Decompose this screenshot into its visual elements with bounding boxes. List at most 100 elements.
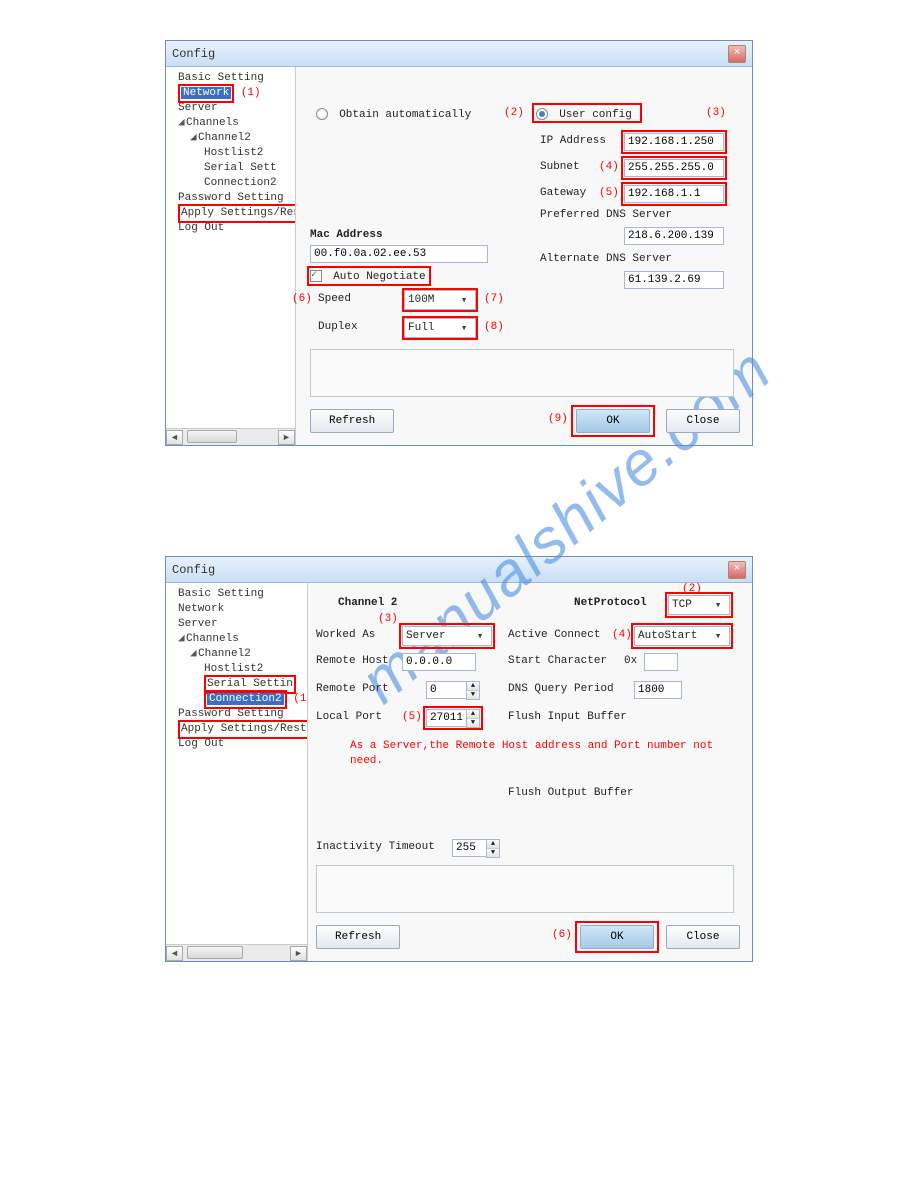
local-port-label: Local Port bbox=[316, 711, 382, 723]
speed-select[interactable]: 100M▾ bbox=[404, 290, 476, 310]
tree-network[interactable]: Network bbox=[168, 602, 305, 617]
scroll-left-icon[interactable]: ◄ bbox=[166, 430, 183, 445]
config-window-1: Config × Basic Setting Network (1) Serve… bbox=[165, 40, 753, 446]
tree-server[interactable]: Server bbox=[168, 617, 305, 632]
close-button[interactable]: Close bbox=[666, 409, 740, 433]
alternate-dns-input[interactable] bbox=[624, 271, 724, 289]
tree-log-out[interactable]: Log Out bbox=[168, 737, 305, 752]
remote-port-input[interactable] bbox=[426, 681, 466, 699]
step-up-icon[interactable]: ▲ bbox=[467, 682, 479, 691]
speed-label: Speed bbox=[318, 293, 351, 305]
subnet-label: Subnet bbox=[540, 161, 580, 173]
annotation-9: (9) bbox=[548, 413, 568, 425]
local-port-stepper[interactable]: ▲▼ bbox=[466, 709, 480, 728]
tree-apply-settings-res[interactable]: Apply Settings/Res (10) bbox=[168, 206, 293, 221]
duplex-select[interactable]: Full▾ bbox=[404, 318, 476, 338]
scroll-left-icon[interactable]: ◄ bbox=[166, 946, 183, 961]
tree-connection2[interactable]: Connection2 (1) bbox=[168, 692, 305, 707]
start-char-input[interactable] bbox=[644, 653, 678, 671]
user-config-label: User config bbox=[559, 109, 632, 121]
ok-button[interactable]: OK bbox=[576, 409, 650, 433]
refresh-button[interactable]: Refresh bbox=[316, 925, 400, 949]
annotation-7: (7) bbox=[484, 293, 504, 305]
close-icon[interactable]: × bbox=[728, 45, 746, 63]
window-title: Config bbox=[172, 47, 728, 61]
remote-host-input[interactable] bbox=[402, 653, 476, 671]
expand-icon[interactable]: ◢ bbox=[178, 116, 186, 131]
annotation-5: (5) bbox=[402, 711, 422, 723]
auto-negotiate-label: Auto Negotiate bbox=[333, 271, 425, 283]
expand-icon[interactable]: ◢ bbox=[178, 632, 186, 647]
expand-icon[interactable]: ◢ bbox=[190, 131, 198, 146]
step-down-icon[interactable]: ▼ bbox=[487, 849, 499, 857]
tree-pane: Basic Setting Network Server ◢Channels ◢… bbox=[166, 583, 308, 961]
tree-channels[interactable]: ◢Channels bbox=[168, 632, 305, 647]
channel-heading: Channel 2 bbox=[338, 597, 397, 609]
gateway-label: Gateway bbox=[540, 187, 586, 199]
window-title: Config bbox=[172, 563, 728, 577]
tree-serial-sett[interactable]: Serial Sett bbox=[168, 161, 293, 176]
config-window-2: Config × Basic Setting Network Server ◢C… bbox=[165, 556, 753, 962]
worked-as-value: Server bbox=[406, 630, 446, 642]
close-button[interactable]: Close bbox=[666, 925, 740, 949]
expand-icon[interactable]: ◢ bbox=[190, 647, 198, 662]
tree-pane: Basic Setting Network (1) Server ◢Channe… bbox=[166, 67, 296, 445]
tree-connection2[interactable]: Connection2 bbox=[168, 176, 293, 191]
content-pane: Obtain automatically User config (2) (3)… bbox=[296, 67, 752, 445]
tree-network[interactable]: Network (1) bbox=[168, 86, 293, 101]
tree-hscroll[interactable]: ◄ ► bbox=[166, 428, 295, 445]
tree-channels[interactable]: ◢Channels bbox=[168, 116, 293, 131]
tree-channel2[interactable]: ◢Channel2 bbox=[168, 647, 305, 662]
inactivity-label: Inactivity Timeout bbox=[316, 841, 435, 853]
scroll-right-icon[interactable]: ► bbox=[290, 946, 307, 961]
mac-input[interactable] bbox=[310, 245, 488, 263]
annotation-3: (3) bbox=[706, 107, 726, 119]
active-connect-value: AutoStart bbox=[638, 630, 697, 642]
local-port-input[interactable] bbox=[426, 709, 466, 727]
tree-channel2[interactable]: ◢Channel2 bbox=[168, 131, 293, 146]
refresh-button[interactable]: Refresh bbox=[310, 409, 394, 433]
server-note: As a Server,the Remote Host address and … bbox=[350, 739, 728, 769]
step-up-icon[interactable]: ▲ bbox=[467, 710, 479, 719]
close-icon[interactable]: × bbox=[728, 561, 746, 579]
annotation-3: (3) bbox=[378, 613, 398, 625]
annotation-6: (6) bbox=[292, 293, 312, 305]
subnet-input[interactable] bbox=[624, 159, 724, 177]
preferred-dns-input[interactable] bbox=[624, 227, 724, 245]
scroll-thumb[interactable] bbox=[187, 430, 237, 443]
preferred-dns-label: Preferred DNS Server bbox=[540, 209, 672, 221]
obtain-auto-radio[interactable] bbox=[316, 108, 328, 120]
titlebar[interactable]: Config × bbox=[166, 41, 752, 67]
dns-query-input[interactable] bbox=[634, 681, 682, 699]
tree-server[interactable]: Server bbox=[168, 101, 293, 116]
annotation-6: (6) bbox=[552, 929, 572, 941]
annotation-2: (2) bbox=[682, 583, 702, 595]
step-up-icon[interactable]: ▲ bbox=[487, 840, 499, 849]
step-down-icon[interactable]: ▼ bbox=[467, 691, 479, 699]
auto-negotiate-checkbox[interactable] bbox=[310, 270, 322, 282]
duplex-label: Duplex bbox=[318, 321, 358, 333]
tree-hscroll[interactable]: ◄ ► bbox=[166, 944, 307, 961]
tree-hostlist2[interactable]: Hostlist2 bbox=[168, 146, 293, 161]
ok-button[interactable]: OK bbox=[580, 925, 654, 949]
remote-host-label: Remote Host bbox=[316, 655, 389, 667]
inactivity-stepper[interactable]: ▲▼ bbox=[486, 839, 500, 858]
netprotocol-select[interactable]: TCP▾ bbox=[668, 595, 730, 615]
worked-as-select[interactable]: Server▾ bbox=[402, 626, 492, 646]
user-config-radio[interactable] bbox=[536, 108, 548, 120]
active-connect-select[interactable]: AutoStart▾ bbox=[634, 626, 730, 646]
gateway-input[interactable] bbox=[624, 185, 724, 203]
step-down-icon[interactable]: ▼ bbox=[467, 719, 479, 727]
titlebar[interactable]: Config × bbox=[166, 557, 752, 583]
scroll-thumb[interactable] bbox=[187, 946, 243, 959]
tree-apply-settings-rest[interactable]: Apply Settings/Rest(7) bbox=[168, 722, 305, 737]
start-char-prefix: 0x bbox=[624, 655, 637, 667]
worked-as-label: Worked As bbox=[316, 629, 375, 641]
ip-input[interactable] bbox=[624, 133, 724, 151]
remote-port-stepper[interactable]: ▲▼ bbox=[466, 681, 480, 700]
tree-basic-setting[interactable]: Basic Setting bbox=[168, 587, 305, 602]
tree-log-out[interactable]: Log Out bbox=[168, 221, 293, 236]
scroll-right-icon[interactable]: ► bbox=[278, 430, 295, 445]
flush-output-label: Flush Output Buffer bbox=[508, 787, 633, 799]
inactivity-input[interactable] bbox=[452, 839, 486, 857]
